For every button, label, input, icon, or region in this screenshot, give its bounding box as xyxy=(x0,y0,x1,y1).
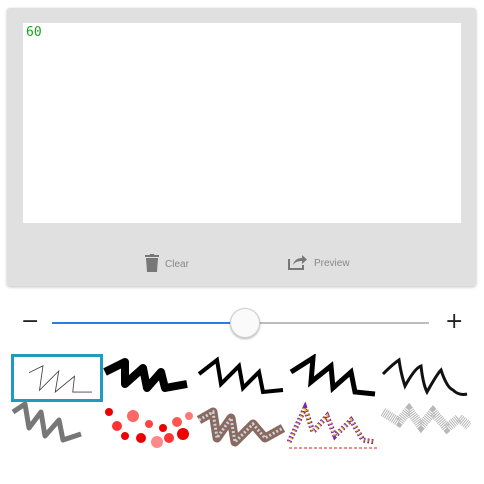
brush-pencil[interactable] xyxy=(11,354,103,402)
brush-gradient[interactable] xyxy=(11,402,103,450)
brush-marker[interactable] xyxy=(103,354,195,402)
brush-grid xyxy=(11,354,473,450)
clear-button[interactable]: Clear xyxy=(145,254,189,275)
decrease-size-button[interactable]: − xyxy=(21,309,39,335)
preview-label: Preview xyxy=(314,258,350,269)
canvas-actions: Clear Preview xyxy=(7,248,476,278)
slider-thumb[interactable] xyxy=(229,308,260,338)
brush-red-dots[interactable] xyxy=(103,402,195,450)
brush-confetti[interactable] xyxy=(287,402,379,450)
brush-pen[interactable] xyxy=(195,354,287,402)
brush-textured-3d[interactable] xyxy=(195,402,287,450)
increase-size-button[interactable]: + xyxy=(445,309,463,335)
drawing-card: 60 Clear Preview xyxy=(7,8,476,286)
trash-icon xyxy=(145,254,159,275)
drawing-canvas[interactable]: 60 xyxy=(23,23,461,223)
brush-spray[interactable] xyxy=(379,402,471,450)
clear-label: Clear xyxy=(165,259,189,270)
preview-button[interactable]: Preview xyxy=(288,254,350,273)
brush-size-slider-row: − + xyxy=(0,308,484,338)
brush-calligraphy[interactable] xyxy=(287,354,379,402)
brush-ink[interactable] xyxy=(379,354,471,402)
share-icon xyxy=(288,254,308,273)
stroke-counter: 60 xyxy=(26,25,42,40)
slider-fill xyxy=(52,322,241,324)
